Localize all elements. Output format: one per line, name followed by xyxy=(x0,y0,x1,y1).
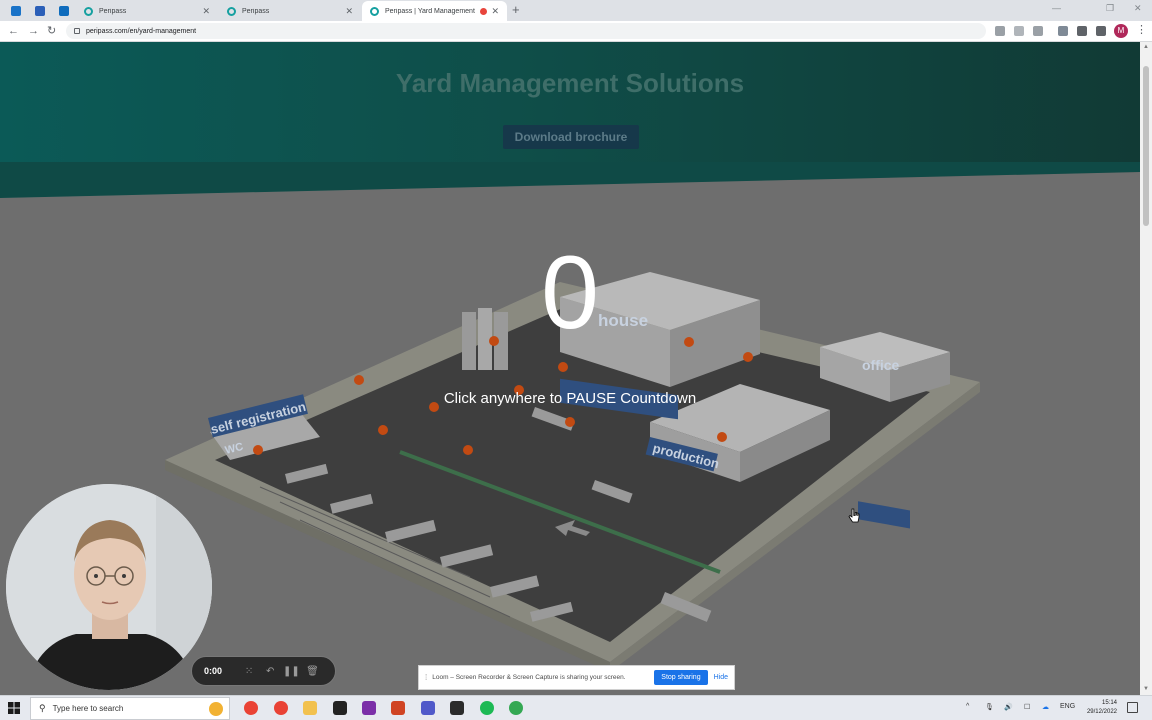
onenote-icon[interactable] xyxy=(362,701,376,715)
hotspot-marker xyxy=(463,445,473,455)
scroll-up-icon[interactable]: ▲ xyxy=(1143,44,1149,50)
side-panel-icon[interactable] xyxy=(1096,26,1106,36)
tab-title: Peripass | Yard Management xyxy=(385,7,475,15)
drag-handle-icon[interactable]: ⁞ xyxy=(425,673,427,682)
tab-title: Peripass xyxy=(99,7,127,15)
page-title: Yard Management Solutions xyxy=(395,68,745,98)
hotspot-marker xyxy=(378,425,388,435)
share-message: Loom – Screen Recorder & Screen Capture … xyxy=(432,674,626,681)
download-brochure-button[interactable]: Download brochure xyxy=(503,125,639,149)
tray-expand-icon[interactable]: ^ xyxy=(966,703,969,710)
volume-icon[interactable]: 🔊 xyxy=(1004,703,1013,711)
pinned-tab-outlook[interactable] xyxy=(8,3,24,18)
notion-icon[interactable] xyxy=(333,701,347,715)
tab-peripass-2[interactable]: Peripass ✕ xyxy=(219,1,361,21)
language-indicator[interactable]: ENG xyxy=(1060,703,1075,710)
search-highlight-icon xyxy=(209,702,223,716)
tab-title: Peripass xyxy=(242,7,270,15)
peripass-favicon-icon xyxy=(84,6,93,16)
close-tab-icon[interactable]: ✕ xyxy=(202,6,210,17)
restart-icon[interactable]: ↶ xyxy=(260,666,281,677)
screen-share-bar: ⁞ Loom – Screen Recorder & Screen Captur… xyxy=(418,665,735,690)
delete-trash-icon[interactable]: 🗑 xyxy=(302,666,323,677)
browser-menu-icon[interactable]: ⋮ xyxy=(1136,23,1147,36)
back-arrow-icon[interactable]: ← xyxy=(8,24,19,38)
spotify-icon[interactable] xyxy=(480,701,494,715)
countdown-number[interactable]: 0 xyxy=(0,238,1140,348)
page-scrollbar[interactable]: ▲ ▼ xyxy=(1140,42,1152,695)
app-icon[interactable] xyxy=(450,701,464,715)
pause-icon[interactable]: ❚❚ xyxy=(281,666,302,677)
drawing-grid-icon[interactable]: ⁙ xyxy=(239,666,260,677)
close-window-button[interactable]: ✕ xyxy=(1134,3,1142,14)
search-placeholder: Type here to search xyxy=(52,704,124,713)
chrome-taskbar-icon[interactable] xyxy=(244,701,258,715)
hotspot-marker xyxy=(565,417,575,427)
hand-cursor-icon xyxy=(848,508,860,523)
clock-time: 15:14 xyxy=(1101,700,1117,706)
tab-yard-management[interactable]: Peripass | Yard Management ✕ xyxy=(362,1,507,21)
browser-toolbar: ← → ↻ peripass.com/en/yard-management M … xyxy=(0,21,1152,42)
peripass-favicon-icon xyxy=(227,6,236,16)
extension-icon[interactable] xyxy=(1058,26,1068,36)
minimize-window-button[interactable]: — xyxy=(1052,3,1061,13)
browser-tab-strip: Peripass ✕ Peripass ✕ Peripass | Yard Ma… xyxy=(0,0,1152,21)
address-bar[interactable]: peripass.com/en/yard-management xyxy=(66,23,986,39)
onedrive-icon[interactable]: ☁ xyxy=(1042,703,1049,711)
teams-icon[interactable] xyxy=(421,701,435,715)
tab-peripass-1[interactable]: Peripass ✕ xyxy=(76,1,218,21)
notification-center-icon[interactable] xyxy=(1127,702,1138,713)
hotspot-marker xyxy=(558,362,568,372)
hotspot-marker xyxy=(253,445,263,455)
webcam-person-avatar xyxy=(6,484,212,690)
forward-arrow-icon[interactable]: → xyxy=(28,24,39,38)
hotspot-marker xyxy=(354,375,364,385)
stop-sharing-button[interactable]: Stop sharing xyxy=(654,670,708,685)
windows-start-icon[interactable] xyxy=(8,702,20,714)
close-tab-icon[interactable]: ✕ xyxy=(491,6,499,17)
taskbar-search-box[interactable]: ⚲ Type here to search xyxy=(30,697,230,720)
windows-taskbar: ⚲ Type here to search ^ 🎙 🔊 ☐ ☁ ENG 15:1… xyxy=(0,695,1152,720)
hotspot-marker xyxy=(743,352,753,362)
chrome-alt-taskbar-icon[interactable] xyxy=(509,701,523,715)
url-text: peripass.com/en/yard-management xyxy=(86,27,197,35)
loom-recording-controls: 0:00 ⁙ ↶ ❚❚ 🗑 xyxy=(191,656,336,686)
microphone-icon[interactable]: 🎙 xyxy=(985,703,994,711)
peripass-favicon-icon xyxy=(370,6,379,16)
powerpoint-icon[interactable] xyxy=(391,701,405,715)
restore-window-button[interactable]: ❐ xyxy=(1106,3,1114,14)
network-icon[interactable]: ☐ xyxy=(1024,703,1030,711)
bookmark-star-icon[interactable] xyxy=(1033,26,1043,36)
recording-indicator-icon xyxy=(480,7,488,15)
share-icon[interactable] xyxy=(1014,26,1024,36)
search-icon: ⚲ xyxy=(39,703,46,713)
close-tab-icon[interactable]: ✕ xyxy=(345,6,353,17)
puzzle-extensions-icon[interactable] xyxy=(1077,26,1087,36)
reload-icon[interactable]: ↻ xyxy=(47,24,56,38)
pause-countdown-message[interactable]: Click anywhere to PAUSE Countdown xyxy=(0,390,1140,407)
lock-icon xyxy=(74,28,80,34)
scrollbar-thumb[interactable] xyxy=(1143,66,1149,226)
chrome-profile-taskbar-icon[interactable] xyxy=(274,701,288,715)
taskbar-clock[interactable]: 15:14 29/12/2022 xyxy=(1075,699,1117,717)
clock-date: 29/12/2022 xyxy=(1086,709,1117,715)
profile-avatar[interactable]: M xyxy=(1114,24,1128,38)
pinned-tab-outlook-mail[interactable] xyxy=(56,3,72,18)
pinned-tab-docs[interactable] xyxy=(32,3,48,18)
camera-blocked-icon[interactable] xyxy=(995,26,1005,36)
recording-timer: 0:00 xyxy=(204,666,223,676)
new-tab-button[interactable]: + xyxy=(512,3,520,17)
scroll-down-icon[interactable]: ▼ xyxy=(1143,686,1149,692)
hotspot-marker xyxy=(717,432,727,442)
file-explorer-icon[interactable] xyxy=(303,701,317,715)
hide-button[interactable]: Hide xyxy=(714,674,728,681)
loom-camera-bubble[interactable] xyxy=(6,484,212,690)
svg-text:office: office xyxy=(862,357,900,373)
